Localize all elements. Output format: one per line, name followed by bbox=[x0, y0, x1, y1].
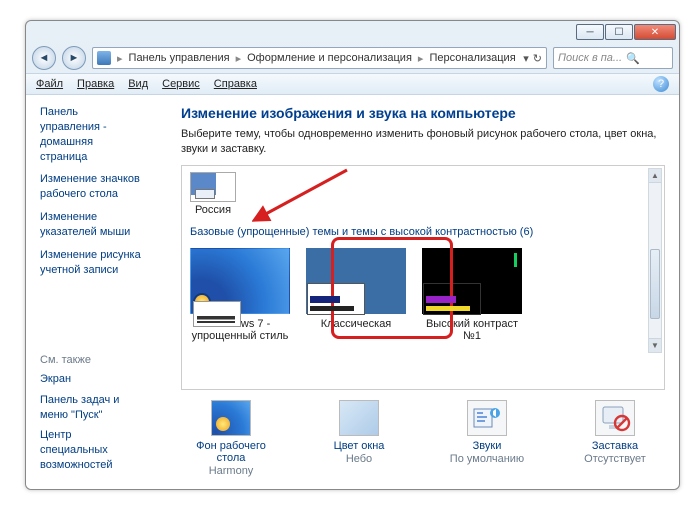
see-also-header: См. также bbox=[40, 354, 141, 366]
help-icon[interactable]: ? bbox=[653, 76, 669, 92]
sidebar-link-mouse-pointers[interactable]: Изменение указателей мыши bbox=[40, 210, 141, 240]
see-also-display[interactable]: Экран bbox=[40, 372, 141, 387]
footer-value: По умолчанию bbox=[450, 453, 524, 465]
menubar: Файл Правка Вид Сервис Справка ? bbox=[26, 73, 679, 95]
scroll-down-icon[interactable]: ▼ bbox=[649, 338, 661, 352]
breadcrumb-mid[interactable]: Оформление и персонализация bbox=[247, 52, 412, 64]
theme-category-label: Базовые (упрощенные) темы и темы с высок… bbox=[190, 226, 656, 238]
window-frame: ─ ☐ ✕ ◄ ► ▸ Панель управления ▸ Оформлен… bbox=[25, 20, 680, 490]
titlebar: ─ ☐ ✕ bbox=[26, 21, 679, 43]
theme-label: Высокий контраст №1 bbox=[426, 318, 518, 342]
menu-view[interactable]: Вид bbox=[128, 78, 148, 90]
close-button[interactable]: ✕ bbox=[634, 24, 676, 40]
themes-list: Россия Базовые (упрощенные) темы и темы … bbox=[181, 165, 665, 390]
theme-thumb bbox=[306, 248, 406, 314]
footer-item-sounds[interactable]: Звуки По умолчанию bbox=[439, 400, 535, 477]
forward-button[interactable]: ► bbox=[62, 46, 86, 70]
search-placeholder: Поиск в па... bbox=[558, 52, 622, 64]
theme-thumb bbox=[190, 248, 290, 314]
window-color-icon bbox=[339, 400, 379, 436]
footer-item-screensaver[interactable]: Заставка Отсутствует bbox=[567, 400, 663, 477]
page-title: Изменение изображения и звука на компьют… bbox=[181, 105, 665, 121]
addr-dropdown-icon[interactable]: ▾ bbox=[523, 52, 529, 65]
cpl-icon bbox=[97, 51, 111, 65]
page-description: Выберите тему, чтобы одновременно измени… bbox=[181, 127, 665, 157]
sidebar: Панель управления - домашняя страница Из… bbox=[26, 95, 151, 489]
footer-value: Harmony bbox=[209, 465, 254, 477]
screensaver-icon bbox=[595, 400, 635, 436]
footer-value: Отсутствует bbox=[584, 453, 646, 465]
maximize-button[interactable]: ☐ bbox=[605, 24, 633, 40]
search-icon: 🔍 bbox=[626, 52, 640, 65]
menu-edit[interactable]: Правка bbox=[77, 78, 114, 90]
annotation-arrow bbox=[252, 165, 352, 224]
sound-icon bbox=[467, 400, 507, 436]
theme-label: Россия bbox=[195, 204, 231, 216]
breadcrumb-root[interactable]: Панель управления bbox=[129, 52, 230, 64]
breadcrumb-seg: ▸ bbox=[115, 52, 125, 65]
sidebar-link-cpl-home[interactable]: Панель управления - домашняя страница bbox=[40, 105, 141, 164]
theme-thumb bbox=[422, 248, 522, 314]
address-bar[interactable]: ▸ Панель управления ▸ Оформление и персо… bbox=[92, 47, 547, 69]
footer-label: Звуки bbox=[439, 440, 535, 452]
refresh-icon[interactable]: ↻ bbox=[533, 52, 542, 65]
minimize-button[interactable]: ─ bbox=[576, 24, 604, 40]
themes-scrollbar[interactable]: ▲ ▼ bbox=[648, 168, 662, 353]
see-also-taskbar[interactable]: Панель задач и меню "Пуск" bbox=[40, 393, 141, 423]
main-pane: Изменение изображения и звука на компьют… bbox=[151, 95, 679, 489]
footer-item-window-color[interactable]: Цвет окна Небо bbox=[311, 400, 407, 477]
menu-service[interactable]: Сервис bbox=[162, 78, 200, 90]
theme-label: Классическая bbox=[321, 318, 392, 330]
sidebar-link-desktop-icons[interactable]: Изменение значков рабочего стола bbox=[40, 172, 141, 202]
theme-item-classic[interactable]: Классическая bbox=[306, 248, 406, 342]
footer-label: Цвет окна bbox=[311, 440, 407, 452]
scroll-up-icon[interactable]: ▲ bbox=[649, 169, 661, 183]
see-also-ease-of-access[interactable]: Центр специальных возможностей bbox=[40, 428, 141, 473]
footer-label: Заставка bbox=[567, 440, 663, 452]
menu-file[interactable]: Файл bbox=[36, 78, 63, 90]
theme-item-russia[interactable]: Россия bbox=[190, 172, 236, 216]
theme-thumb bbox=[190, 172, 236, 202]
footer-item-background[interactable]: Фон рабочего стола Harmony bbox=[183, 400, 279, 477]
search-box[interactable]: Поиск в па... 🔍 bbox=[553, 47, 673, 69]
theme-item-win7basic[interactable]: Windows 7 - упрощенный стиль bbox=[190, 248, 290, 342]
footer-label: Фон рабочего стола bbox=[183, 440, 279, 464]
breadcrumb-leaf[interactable]: Персонализация bbox=[429, 52, 515, 64]
scroll-thumb[interactable] bbox=[650, 249, 660, 319]
menu-help[interactable]: Справка bbox=[214, 78, 257, 90]
customization-row: Фон рабочего стола Harmony Цвет окна Неб… bbox=[181, 390, 665, 481]
nav-toolbar: ◄ ► ▸ Панель управления ▸ Оформление и п… bbox=[26, 43, 679, 73]
back-button[interactable]: ◄ bbox=[32, 46, 56, 70]
wallpaper-icon bbox=[211, 400, 251, 436]
sidebar-link-account-picture[interactable]: Изменение рисунка учетной записи bbox=[40, 248, 141, 278]
theme-item-highcontrast1[interactable]: Высокий контраст №1 bbox=[422, 248, 522, 342]
footer-value: Небо bbox=[346, 453, 372, 465]
